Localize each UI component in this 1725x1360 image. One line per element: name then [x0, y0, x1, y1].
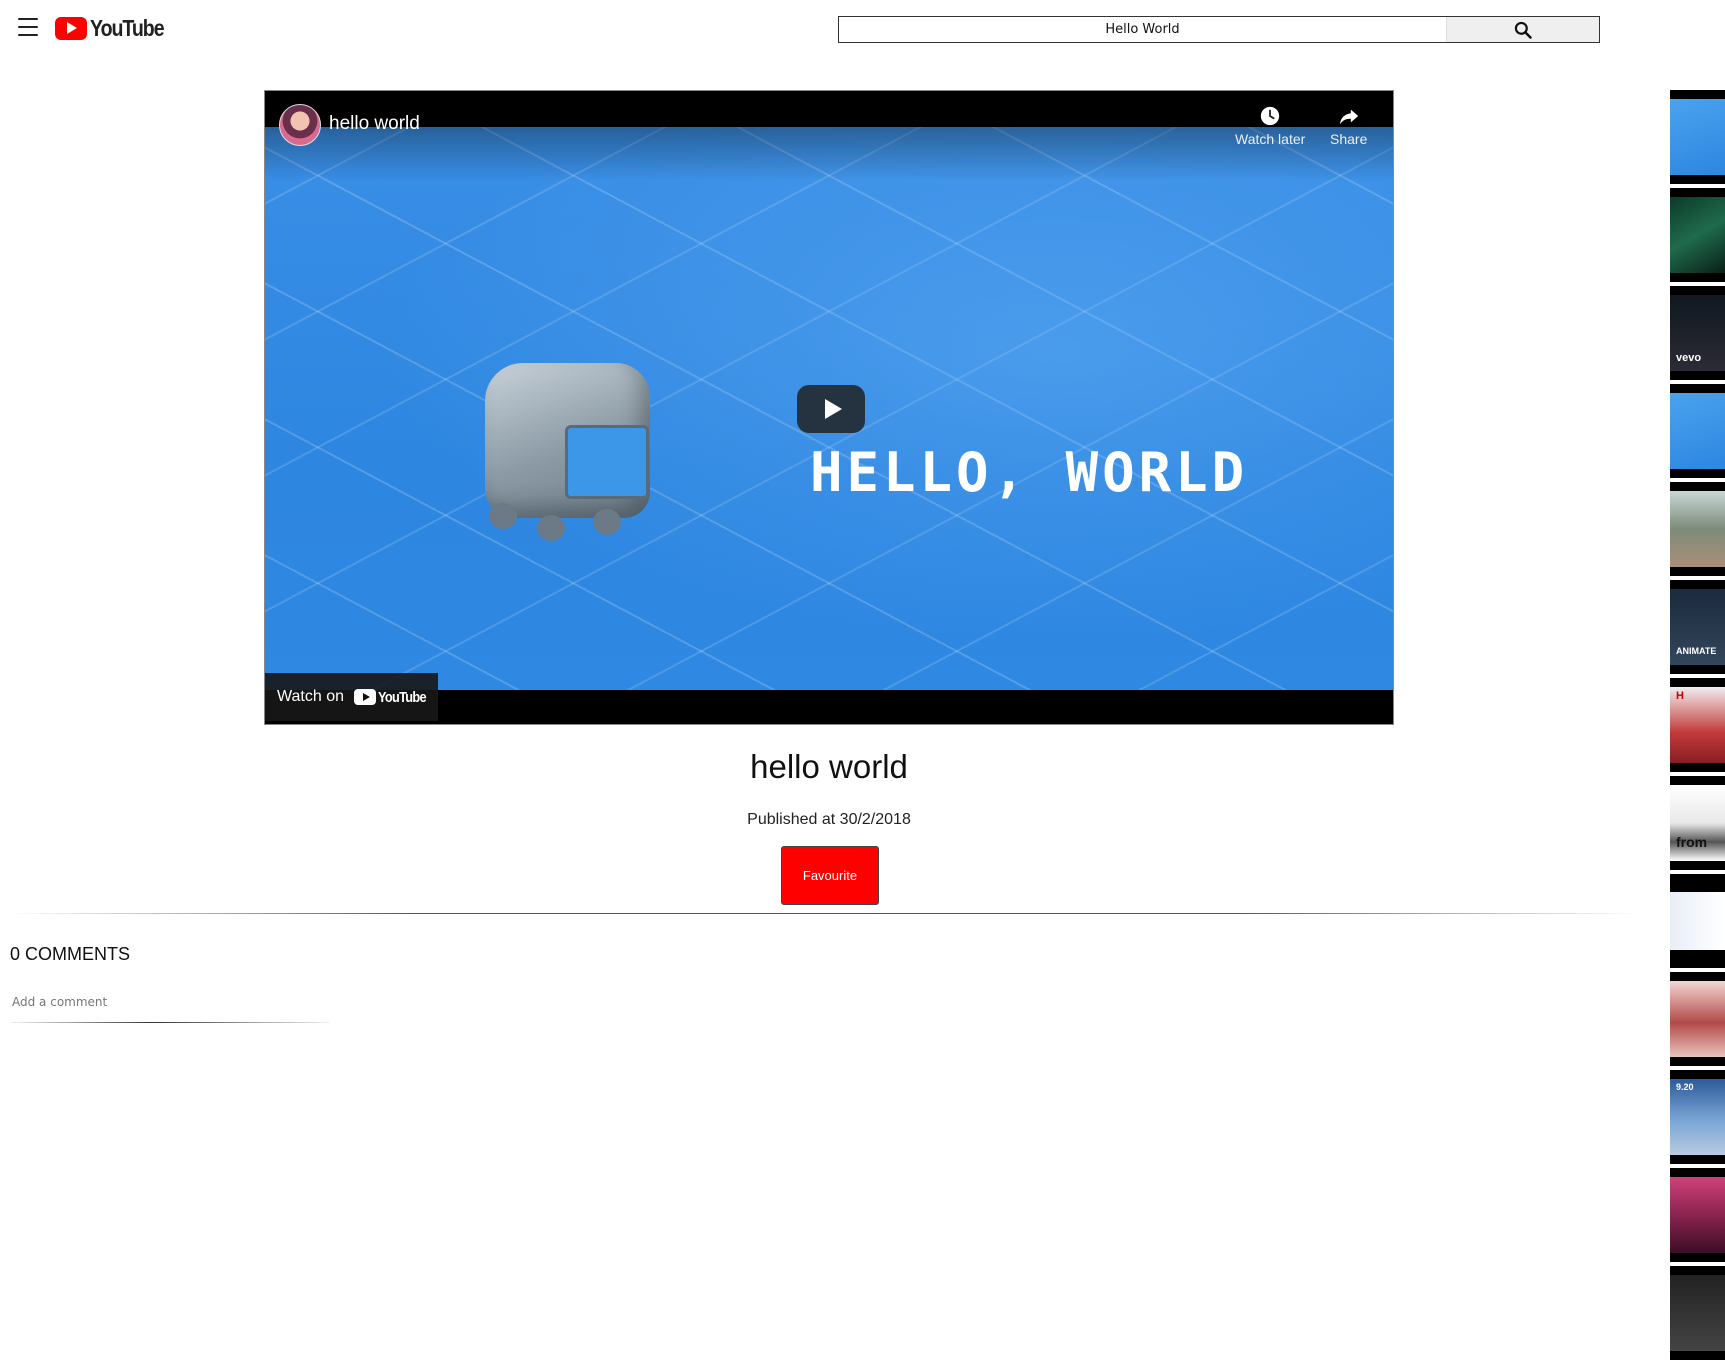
published-date: Published at 30/2/2018: [747, 811, 911, 828]
channel-avatar[interactable]: [279, 104, 321, 146]
related-video-thumbnail[interactable]: from: [1670, 776, 1725, 870]
comment-input-underline: [10, 1022, 330, 1023]
play-button[interactable]: [797, 385, 865, 433]
share-label: Share: [1330, 131, 1368, 147]
share-icon: [1339, 109, 1358, 125]
youtube-logo[interactable]: YouTube: [55, 15, 177, 41]
watch-on-label: Watch on: [277, 688, 344, 705]
search-button[interactable]: [1446, 17, 1599, 42]
youtube-small-logo: YouTube: [354, 689, 434, 706]
watch-later-button[interactable]: Watch later: [1235, 105, 1305, 147]
comment-input[interactable]: [10, 991, 334, 1013]
related-video-thumbnail[interactable]: [1670, 874, 1725, 968]
related-video-thumbnail[interactable]: vevo: [1670, 286, 1725, 380]
robot-character-image: [485, 363, 650, 548]
player-top-bar: [265, 91, 1393, 181]
watch-on-youtube-button[interactable]: Watch on YouTube: [265, 673, 438, 721]
related-video-thumbnail[interactable]: [1670, 482, 1725, 576]
related-video-thumbnail[interactable]: [1670, 90, 1725, 184]
player-video-title[interactable]: hello world: [329, 113, 420, 135]
menu-icon[interactable]: [18, 18, 38, 36]
video-player[interactable]: HELLO, WORLD hello world Watch later Sha…: [264, 90, 1394, 725]
comments-count: 0 COMMENTS: [10, 944, 131, 964]
related-video-thumbnail[interactable]: [1670, 188, 1725, 282]
video-title: hello world: [750, 748, 908, 785]
video-overlay-text: HELLO, WORLD: [810, 441, 1249, 504]
logo-text: YouTube: [90, 14, 165, 41]
share-button[interactable]: Share: [1330, 105, 1367, 147]
related-video-thumbnail[interactable]: [1670, 1266, 1725, 1360]
youtube-play-logo-icon: [55, 16, 87, 40]
clock-icon: [1260, 106, 1280, 126]
related-video-thumbnail[interactable]: [1670, 1168, 1725, 1262]
related-video-thumbnail[interactable]: ANIMATE: [1670, 580, 1725, 674]
related-video-thumbnail[interactable]: 9.20: [1670, 1070, 1725, 1164]
search-input[interactable]: [839, 17, 1446, 42]
play-icon: [824, 399, 842, 419]
related-video-thumbnail[interactable]: [1670, 384, 1725, 478]
search-icon: [1514, 21, 1532, 39]
divider: [10, 913, 1640, 914]
search-bar: [838, 16, 1600, 43]
related-video-thumbnail[interactable]: H: [1670, 678, 1725, 772]
related-video-thumbnail[interactable]: [1670, 972, 1725, 1066]
favourite-button[interactable]: Favourite: [781, 846, 879, 905]
watch-later-label: Watch later: [1235, 131, 1306, 147]
youtube-small-play-icon: [354, 689, 376, 705]
